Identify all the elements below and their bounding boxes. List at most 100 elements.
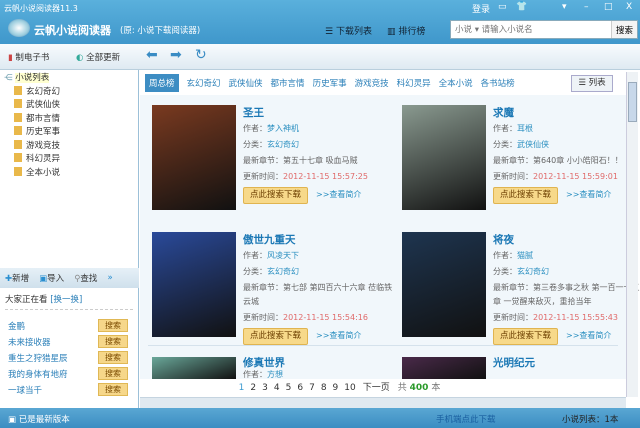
import-button[interactable]: ▣导入 [39, 272, 64, 284]
book-title[interactable]: 傲世九重天 [243, 232, 393, 248]
make-ebook-button[interactable]: ▮ 制电子书 [8, 51, 49, 63]
book-actions: 点此搜索下载 >>查看简介 [243, 187, 393, 204]
author-label: 作者： [243, 370, 267, 379]
tree-root[interactable]: ⋲ 小说列表 [0, 72, 138, 86]
tree-folder[interactable]: 全本小说 [0, 167, 138, 181]
tab[interactable]: 武侠仙侠 [229, 77, 263, 89]
update-all-button[interactable]: ◐ 全部更新 [76, 51, 120, 63]
ranking-button[interactable]: ▥ 排行榜 [387, 24, 425, 37]
book-cover[interactable] [402, 357, 486, 379]
back-icon[interactable]: ⬅ [146, 47, 158, 63]
next-page-link[interactable]: 下一页 [363, 383, 390, 393]
watch-item[interactable]: 一球当千 [8, 384, 42, 396]
page-link[interactable]: 5 [286, 383, 292, 393]
page-link[interactable]: 9 [333, 383, 339, 393]
watch-item[interactable]: 我的身体有地府 [8, 368, 68, 380]
search-button[interactable]: 搜索 [611, 21, 637, 38]
page-link[interactable]: 7 [309, 383, 315, 393]
watch-search-button[interactable]: 搜索 [98, 335, 128, 348]
book-info: 傲世九重天 作者：风凌天下 分类：玄幻奇幻 最新章节：第七部 第四百六十六章 莅临铁… [243, 232, 393, 345]
message-icon[interactable]: ▭ [498, 2, 507, 12]
search-download-button[interactable]: 点此搜索下载 [243, 187, 309, 204]
view-intro-link[interactable]: >>查看简介 [566, 331, 611, 340]
page-link[interactable]: 1 [239, 383, 245, 393]
refresh-link[interactable]: [换一换] [50, 295, 82, 305]
login-link[interactable]: 登录 [472, 2, 490, 15]
book-cover[interactable] [152, 357, 236, 379]
book-actions: 点此搜索下载 >>查看简介 [243, 328, 393, 345]
page-link[interactable]: 2 [250, 383, 256, 393]
download-list-button[interactable]: ☰ 下载列表 [325, 24, 372, 37]
mobile-download-link[interactable]: 手机端点此下载 [436, 413, 496, 425]
tree-folder[interactable]: 游戏竞技 [0, 140, 138, 154]
book-title[interactable]: 光明纪元 [493, 357, 640, 369]
category-link[interactable]: 玄幻奇幻 [517, 267, 549, 276]
list-view-button[interactable]: ☰ 列表 [571, 75, 613, 92]
expand-icon[interactable]: » [107, 273, 112, 283]
tab[interactable]: 周总榜 [145, 74, 179, 92]
tab[interactable]: 各书站榜 [481, 77, 515, 89]
download-list-label: 下载列表 [335, 27, 372, 37]
forward-icon[interactable]: ➡ [170, 47, 182, 63]
book-cover[interactable] [402, 105, 486, 210]
tab[interactable]: 玄幻奇幻 [187, 77, 221, 89]
book-title[interactable]: 将夜 [493, 232, 640, 248]
vertical-scrollbar[interactable] [626, 72, 638, 397]
find-button[interactable]: ⚲查找 [74, 272, 97, 284]
category-link[interactable]: 武侠仙侠 [517, 140, 549, 149]
page-link[interactable]: 8 [321, 383, 327, 393]
tab[interactable]: 科幻灵异 [397, 77, 431, 89]
search-download-button[interactable]: 点此搜索下载 [493, 328, 559, 345]
book-cover[interactable] [152, 105, 236, 210]
category-link[interactable]: 玄幻奇幻 [267, 140, 299, 149]
author-link[interactable]: 梦入神机 [267, 124, 299, 133]
tree-folder[interactable]: 玄幻奇幻 [0, 86, 138, 100]
watch-item[interactable]: 未来接收器 [8, 336, 51, 348]
tab[interactable]: 游戏竞技 [355, 77, 389, 89]
author-link[interactable]: 耳根 [517, 124, 533, 133]
book-title[interactable]: 求魔 [493, 105, 640, 121]
author-link[interactable]: 猫腻 [517, 251, 533, 260]
update-time: 2012-11-15 15:59:01 [533, 172, 618, 181]
book-title[interactable]: 修真世界 [243, 357, 393, 369]
minimize-button[interactable]: – [584, 2, 589, 12]
tab[interactable]: 都市言情 [271, 77, 305, 89]
horizontal-scrollbar[interactable] [140, 397, 626, 408]
author-link[interactable]: 方想 [267, 370, 283, 379]
search-download-button[interactable]: 点此搜索下载 [243, 328, 309, 345]
category-link[interactable]: 玄幻奇幻 [267, 267, 299, 276]
tree-folder[interactable]: 武侠仙侠 [0, 99, 138, 113]
skin-icon[interactable]: 👕 [516, 2, 527, 12]
watch-search-button[interactable]: 搜索 [98, 367, 128, 380]
page-link[interactable]: 4 [274, 383, 280, 393]
book-title[interactable]: 圣王 [243, 105, 393, 121]
view-intro-link[interactable]: >>查看简介 [566, 190, 611, 199]
watch-item[interactable]: 金鹏 [8, 320, 25, 332]
maximize-button[interactable]: □ [604, 2, 613, 12]
menu-icon[interactable]: ▾ [562, 2, 567, 12]
search-download-button[interactable]: 点此搜索下载 [493, 187, 559, 204]
book-cover[interactable] [402, 232, 486, 337]
book-cover[interactable] [152, 232, 236, 337]
book-updated: 更新时间：2012-11-15 15:54:16 [243, 310, 393, 326]
page-link[interactable]: 3 [262, 383, 268, 393]
watch-search-button[interactable]: 搜索 [98, 383, 128, 396]
close-button[interactable]: X [626, 2, 632, 12]
tree-folder[interactable]: 科幻灵异 [0, 153, 138, 167]
view-intro-link[interactable]: >>查看简介 [316, 331, 361, 340]
tab[interactable]: 全本小说 [439, 77, 473, 89]
watch-search-button[interactable]: 搜索 [98, 319, 128, 332]
view-intro-link[interactable]: >>查看简介 [316, 190, 361, 199]
watch-search-button[interactable]: 搜索 [98, 351, 128, 364]
reload-icon[interactable]: ↻ [195, 47, 207, 63]
tree-folder[interactable]: 历史军事 [0, 126, 138, 140]
search-input[interactable] [451, 21, 611, 38]
tab[interactable]: 历史军事 [313, 77, 347, 89]
author-link[interactable]: 风凌天下 [267, 251, 299, 260]
page-link[interactable]: 6 [297, 383, 303, 393]
scroll-thumb[interactable] [628, 82, 637, 122]
add-button[interactable]: ✚新增 [5, 272, 29, 284]
page-link[interactable]: 10 [344, 383, 355, 393]
tree-folder[interactable]: 都市言情 [0, 113, 138, 127]
watch-item[interactable]: 重生之狩猎星辰 [8, 352, 68, 364]
